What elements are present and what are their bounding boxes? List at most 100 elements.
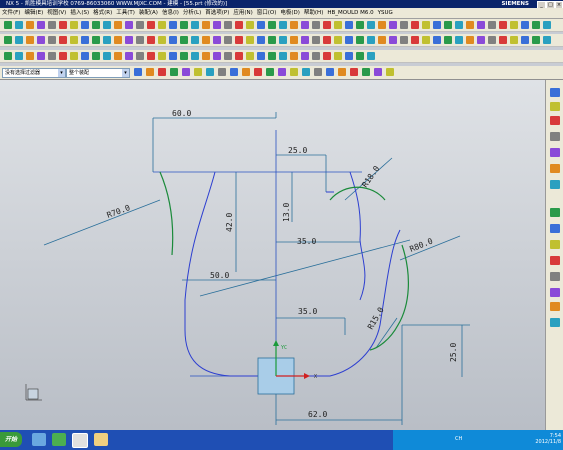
toolbar-tool-icon[interactable] xyxy=(147,52,155,60)
toolbar-tool-icon[interactable] xyxy=(125,36,133,44)
toolbar-tool-icon[interactable] xyxy=(543,21,551,29)
toolbar-tool-icon[interactable] xyxy=(444,36,452,44)
resource-tab-icon[interactable] xyxy=(550,272,560,281)
snap-point-icon[interactable] xyxy=(206,68,214,76)
toolbar-tool-icon[interactable] xyxy=(257,36,265,44)
dimension-label[interactable]: 25.0 xyxy=(449,343,458,362)
toolbar-tool-icon[interactable] xyxy=(235,36,243,44)
snap-point-icon[interactable] xyxy=(146,68,154,76)
resource-tab-icon[interactable] xyxy=(550,88,560,97)
resource-tab-icon[interactable] xyxy=(550,148,560,157)
resource-tab-icon[interactable] xyxy=(550,116,560,125)
snap-point-icon[interactable] xyxy=(350,68,358,76)
toolbar-tool-icon[interactable] xyxy=(202,36,210,44)
snap-point-icon[interactable] xyxy=(290,68,298,76)
toolbar-tool-icon[interactable] xyxy=(59,21,67,29)
menu-item[interactable]: YSUG xyxy=(376,8,395,18)
toolbar-tool-icon[interactable] xyxy=(290,52,298,60)
toolbar-tool-icon[interactable] xyxy=(323,36,331,44)
toolbar-tool-icon[interactable] xyxy=(521,36,529,44)
toolbar-tool-icon[interactable] xyxy=(334,21,342,29)
dimension-label[interactable]: 62.0 xyxy=(308,410,327,419)
toolbar-tool-icon[interactable] xyxy=(70,52,78,60)
menu-item[interactable]: 帮助(H) xyxy=(302,8,325,18)
toolbar-tool-icon[interactable] xyxy=(488,36,496,44)
toolbar-tool-icon[interactable] xyxy=(356,52,364,60)
toolbar-tool-icon[interactable] xyxy=(81,21,89,29)
snap-point-icon[interactable] xyxy=(134,68,142,76)
toolbar-tool-icon[interactable] xyxy=(15,52,23,60)
toolbar-tool-icon[interactable] xyxy=(114,21,122,29)
toolbar-tool-icon[interactable] xyxy=(411,21,419,29)
toolbar-tool-icon[interactable] xyxy=(158,21,166,29)
resource-tab-icon[interactable] xyxy=(550,318,560,327)
toolbar-tool-icon[interactable] xyxy=(169,21,177,29)
selection-filter-dropdown[interactable]: 没有选择过滤器 ▾ xyxy=(2,68,66,78)
toolbar-tool-icon[interactable] xyxy=(499,36,507,44)
toolbar-tool-icon[interactable] xyxy=(279,36,287,44)
graphics-window[interactable]: YC X 60.0 25.0 42.0 13.0 35.0 50.0 35.0 … xyxy=(0,80,545,430)
toolbar-tool-icon[interactable] xyxy=(4,36,12,44)
resource-tab-icon[interactable] xyxy=(550,288,560,297)
toolbar-tool-icon[interactable] xyxy=(26,21,34,29)
resource-tab-icon[interactable] xyxy=(550,102,560,111)
toolbar-tool-icon[interactable] xyxy=(521,21,529,29)
resource-tab-icon[interactable] xyxy=(550,224,560,233)
toolbar-tool-icon[interactable] xyxy=(433,36,441,44)
toolbar-tool-icon[interactable] xyxy=(147,36,155,44)
app-icon[interactable] xyxy=(52,433,66,446)
snap-point-icon[interactable] xyxy=(338,68,346,76)
toolbar-tool-icon[interactable] xyxy=(26,36,34,44)
resource-tab-icon[interactable] xyxy=(550,132,560,141)
toolbar-tool-icon[interactable] xyxy=(378,36,386,44)
toolbar-tool-icon[interactable] xyxy=(158,36,166,44)
toolbar-tool-icon[interactable] xyxy=(389,36,397,44)
app-icon[interactable] xyxy=(72,433,88,448)
toolbar-tool-icon[interactable] xyxy=(246,36,254,44)
toolbar-tool-icon[interactable] xyxy=(532,21,540,29)
menu-item[interactable]: 应用(N) xyxy=(231,8,254,18)
resource-tab-icon[interactable] xyxy=(550,256,560,265)
toolbar-tool-icon[interactable] xyxy=(290,36,298,44)
start-button[interactable]: 开始 xyxy=(0,432,22,447)
toolbar-tool-icon[interactable] xyxy=(312,36,320,44)
toolbar-tool-icon[interactable] xyxy=(81,52,89,60)
radius-label[interactable]: R70.0 xyxy=(106,203,132,220)
toolbar-tool-icon[interactable] xyxy=(334,36,342,44)
toolbar-tool-icon[interactable] xyxy=(136,21,144,29)
toolbar-tool-icon[interactable] xyxy=(433,21,441,29)
toolbar-tool-icon[interactable] xyxy=(279,21,287,29)
toolbar-tool-icon[interactable] xyxy=(213,52,221,60)
toolbar-tool-icon[interactable] xyxy=(345,36,353,44)
toolbar-tool-icon[interactable] xyxy=(26,52,34,60)
toolbar-tool-icon[interactable] xyxy=(224,21,232,29)
toolbar-tool-icon[interactable] xyxy=(477,21,485,29)
toolbar-tool-icon[interactable] xyxy=(455,21,463,29)
toolbar-tool-icon[interactable] xyxy=(70,36,78,44)
toolbar-tool-icon[interactable] xyxy=(213,21,221,29)
snap-point-icon[interactable] xyxy=(266,68,274,76)
toolbar-tool-icon[interactable] xyxy=(257,21,265,29)
toolbar-tool-icon[interactable] xyxy=(422,21,430,29)
toolbar-tool-icon[interactable] xyxy=(301,52,309,60)
toolbar-tool-icon[interactable] xyxy=(213,36,221,44)
dimension-label[interactable]: 42.0 xyxy=(225,213,234,232)
toolbar-tool-icon[interactable] xyxy=(345,21,353,29)
toolbar-tool-icon[interactable] xyxy=(301,21,309,29)
toolbar-tool-icon[interactable] xyxy=(510,36,518,44)
language-indicator[interactable]: CH xyxy=(455,436,462,442)
toolbar-tool-icon[interactable] xyxy=(103,21,111,29)
toolbar-tool-icon[interactable] xyxy=(455,36,463,44)
resource-tab-icon[interactable] xyxy=(550,180,560,189)
menu-item[interactable]: 窗口(O) xyxy=(255,8,279,18)
toolbar-tool-icon[interactable] xyxy=(37,52,45,60)
toolbar-tool-icon[interactable] xyxy=(136,52,144,60)
toolbar-tool-icon[interactable] xyxy=(81,36,89,44)
toolbar-tool-icon[interactable] xyxy=(323,52,331,60)
snap-point-icon[interactable] xyxy=(278,68,286,76)
resource-tab-icon[interactable] xyxy=(550,240,560,249)
menu-item[interactable]: 格式(R) xyxy=(91,8,114,18)
toolbar-tool-icon[interactable] xyxy=(356,21,364,29)
dimension-label[interactable]: 50.0 xyxy=(210,271,229,280)
toolbar-tool-icon[interactable] xyxy=(180,52,188,60)
